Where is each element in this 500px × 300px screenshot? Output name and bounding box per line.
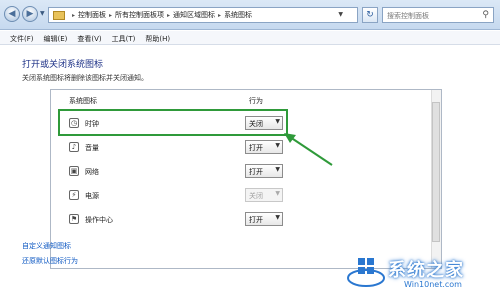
select-value: 打开: [249, 216, 263, 224]
behavior-select-action-center[interactable]: 打开 ▼: [245, 212, 283, 226]
menu-edit[interactable]: 编辑(E): [40, 31, 74, 44]
annotation-arrow: [284, 133, 333, 166]
power-icon: ⚡: [69, 190, 79, 200]
forward-button[interactable]: ▶: [22, 6, 38, 22]
customize-notification-icons-link[interactable]: 自定义通知图标: [22, 241, 71, 251]
search-placeholder: 搜索控制面板: [387, 12, 429, 20]
breadcrumb-control-panel[interactable]: 控制面板: [78, 10, 106, 20]
list-item-action-center: ⚑ 操作中心 打开 ▼: [51, 209, 431, 231]
breadcrumb-all-items[interactable]: 所有控制面板项: [115, 10, 164, 20]
volume-icon: ♪: [69, 142, 79, 152]
chevron-right-icon: ▸: [72, 11, 76, 19]
breadcrumb-system-icons[interactable]: 系统图标: [224, 10, 252, 20]
chevron-down-icon[interactable]: ▼: [338, 11, 343, 18]
menu-view[interactable]: 查看(V): [73, 31, 107, 44]
select-value: 关闭: [249, 192, 263, 200]
refresh-button[interactable]: ↻: [362, 7, 378, 23]
breadcrumb-notification-icons[interactable]: 通知区域图标: [173, 10, 215, 20]
restore-default-icon-behavior-link[interactable]: 还原默认图标行为: [22, 256, 78, 266]
windows-logo-icon: [347, 258, 385, 287]
behavior-select-volume[interactable]: 打开 ▼: [245, 140, 283, 154]
chevron-right-icon: ▸: [167, 11, 171, 19]
row-label: 音量: [85, 144, 99, 152]
chevron-right-icon: ▸: [109, 11, 113, 19]
search-input[interactable]: 搜索控制面板 ⚲: [382, 7, 494, 23]
menu-tools[interactable]: 工具(T): [108, 31, 142, 44]
flag-icon: ⚑: [69, 214, 79, 224]
behavior-select-power: 关闭 ▼: [245, 188, 283, 202]
watermark-title: 系统之家: [388, 260, 464, 281]
highlight-box: [58, 109, 288, 136]
vertical-scrollbar[interactable]: [431, 90, 441, 268]
network-icon: ▣: [69, 166, 79, 176]
address-toolbar: ◀ ▶ ▼ ▸ 控制面板 ▸ 所有控制面板项 ▸ 通知区域图标 ▸ 系统图标 ▼…: [0, 0, 500, 30]
select-value: 打开: [249, 144, 263, 152]
back-button[interactable]: ◀: [4, 6, 20, 22]
list-item-volume: ♪ 音量 打开 ▼: [51, 137, 431, 159]
menu-file[interactable]: 文件(F): [6, 31, 40, 44]
row-label: 操作中心: [85, 216, 113, 224]
address-bar[interactable]: ▸ 控制面板 ▸ 所有控制面板项 ▸ 通知区域图标 ▸ 系统图标 ▼: [48, 7, 358, 23]
list-item-network: ▣ 网络 打开 ▼: [51, 161, 431, 183]
menu-bar: 文件(F) 编辑(E) 查看(V) 工具(T) 帮助(H): [0, 31, 500, 45]
page-title: 打开或关闭系统图标: [22, 60, 104, 70]
chevron-down-icon: ▼: [275, 214, 280, 221]
watermark-url: Win10net.com: [404, 280, 462, 289]
menu-help[interactable]: 帮助(H): [141, 31, 176, 44]
column-header-icon: 系统图标: [69, 97, 97, 105]
chevron-right-icon: ▸: [218, 11, 222, 19]
behavior-select-network[interactable]: 打开 ▼: [245, 164, 283, 178]
watermark: 系统之家 Win10net.com: [326, 246, 500, 300]
chevron-down-icon: ▼: [275, 190, 280, 197]
recent-pages-dropdown-icon[interactable]: ▼: [40, 11, 46, 17]
row-label: 电源: [85, 192, 99, 200]
row-label: 网络: [85, 168, 99, 176]
column-header-behavior: 行为: [249, 97, 263, 105]
search-icon[interactable]: ⚲: [482, 10, 489, 20]
select-value: 打开: [249, 168, 263, 176]
control-panel-icon: [53, 10, 65, 20]
scrollbar-thumb[interactable]: [432, 102, 440, 242]
list-item-power: ⚡ 电源 关闭 ▼: [51, 185, 431, 207]
page-description: 关闭系统图标将删除该图标并关闭通知。: [22, 74, 148, 82]
